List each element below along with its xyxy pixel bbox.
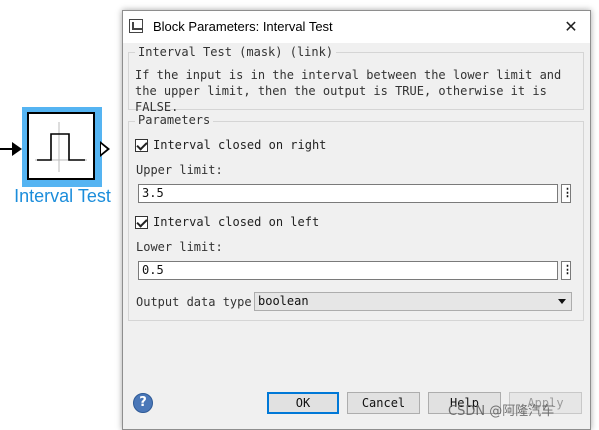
mask-description-text: If the input is in the interval between … xyxy=(135,68,562,114)
upper-limit-label: Upper limit: xyxy=(136,163,223,177)
block-parameters-icon xyxy=(129,19,143,33)
ok-button[interactable]: OK xyxy=(267,392,339,414)
closed-left-checkbox[interactable] xyxy=(135,216,148,229)
close-icon[interactable]: ✕ xyxy=(561,17,581,37)
dropdown-caret-icon xyxy=(558,299,566,304)
dialog-titlebar[interactable]: Block Parameters: Interval Test ✕ xyxy=(123,11,590,43)
input-port-arrow xyxy=(12,142,22,156)
lower-limit-label: Lower limit: xyxy=(136,240,223,254)
block-label[interactable]: Interval Test xyxy=(0,186,125,207)
closed-left-label[interactable]: Interval closed on left xyxy=(153,215,319,229)
help-icon[interactable]: ? xyxy=(133,393,153,413)
block-parameters-dialog: Block Parameters: Interval Test ✕ Interv… xyxy=(122,10,591,430)
simulink-canvas: Interval Test Block Parameters: Interval… xyxy=(0,0,599,430)
interval-test-block[interactable] xyxy=(27,112,95,180)
lower-limit-more-button[interactable]: ⋮ xyxy=(561,261,573,280)
mask-group-title: Interval Test (mask) (link) xyxy=(135,45,337,59)
upper-limit-field[interactable]: 3.5 xyxy=(138,184,558,203)
output-data-type-select[interactable]: boolean xyxy=(254,292,572,311)
upper-limit-more-button[interactable]: ⋮ xyxy=(561,184,573,203)
closed-right-checkbox[interactable] xyxy=(135,139,148,152)
lower-limit-field[interactable]: 0.5 xyxy=(138,261,558,280)
output-data-type-label: Output data type: xyxy=(136,295,259,309)
cancel-button[interactable]: Cancel xyxy=(347,392,420,414)
closed-right-label[interactable]: Interval closed on right xyxy=(153,138,326,152)
output-data-type-value: boolean xyxy=(258,294,309,308)
dialog-title: Block Parameters: Interval Test xyxy=(153,19,333,34)
output-port-arrow-inner xyxy=(101,144,107,154)
watermark: CSDN @阿隆汽车 xyxy=(448,404,555,419)
interval-pulse-icon xyxy=(35,122,87,172)
parameters-group-title: Parameters xyxy=(135,113,214,127)
